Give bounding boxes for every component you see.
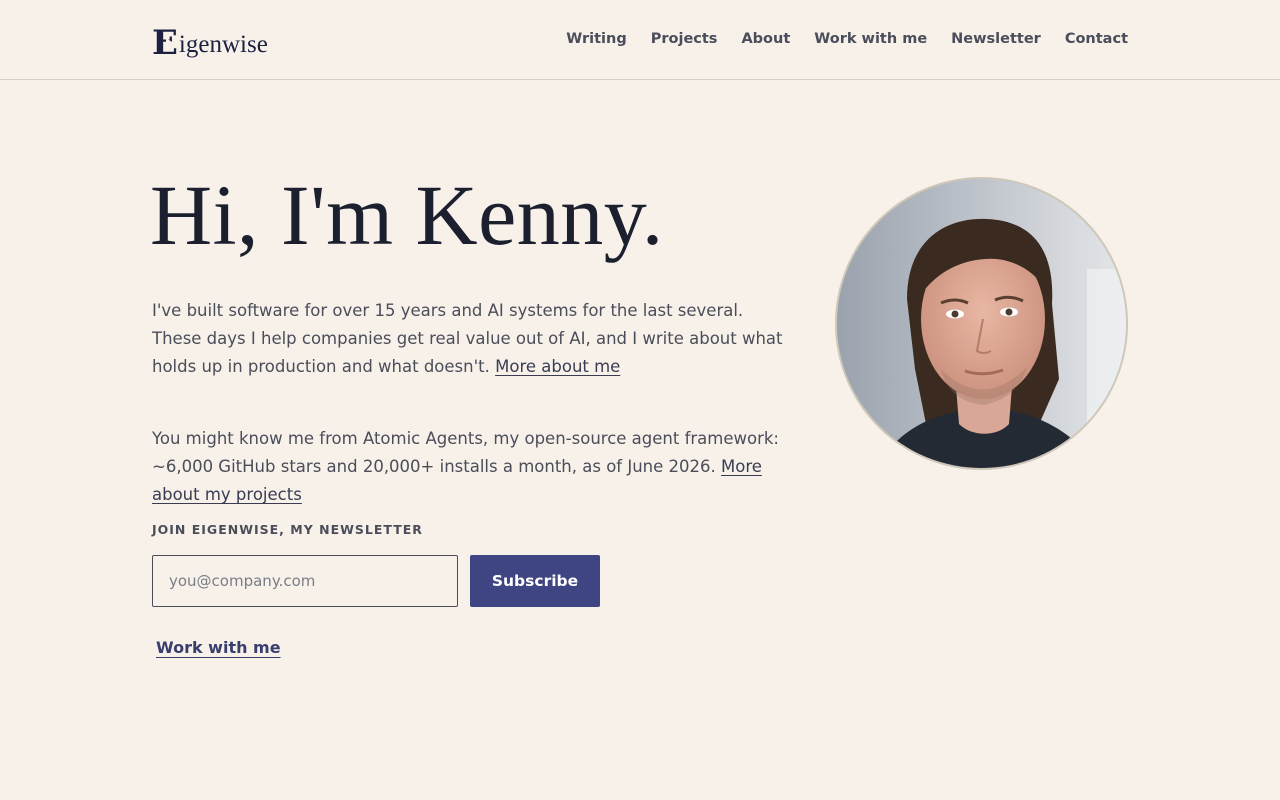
projects-paragraph: You might know me from Atomic Agents, my…	[152, 425, 792, 509]
subscribe-button[interactable]: Subscribe	[470, 555, 600, 607]
intro-paragraph: I've built software for over 15 years an…	[152, 297, 792, 381]
projects-text: You might know me from Atomic Agents, my…	[152, 429, 779, 476]
profile-photo-illustration	[837, 179, 1126, 468]
intro-text: I've built software for over 15 years an…	[152, 301, 783, 376]
email-input[interactable]	[152, 555, 458, 607]
profile-photo	[835, 177, 1128, 470]
nav-contact[interactable]: Contact	[1065, 28, 1128, 50]
site-logo[interactable]: Eigenwise	[152, 20, 268, 60]
nav-projects[interactable]: Projects	[651, 28, 718, 50]
logo-arrow-icon	[166, 38, 175, 50]
main-nav: Writing Projects About Work with me News…	[566, 28, 1128, 50]
nav-about[interactable]: About	[741, 28, 790, 50]
nav-newsletter[interactable]: Newsletter	[951, 28, 1041, 50]
newsletter-label: JOIN EIGENWISE, MY NEWSLETTER	[152, 522, 423, 537]
more-about-me-link[interactable]: More about me	[495, 357, 620, 376]
logo-mark: E	[152, 26, 178, 60]
hero-title: Hi, I'm Kenny.	[150, 167, 664, 263]
work-with-me-link[interactable]: Work with me	[156, 638, 281, 657]
nav-writing[interactable]: Writing	[566, 28, 626, 50]
nav-work-with-me[interactable]: Work with me	[814, 28, 927, 50]
site-header: Eigenwise Writing Projects About Work wi…	[0, 0, 1280, 80]
logo-text: igenwise	[178, 31, 268, 58]
